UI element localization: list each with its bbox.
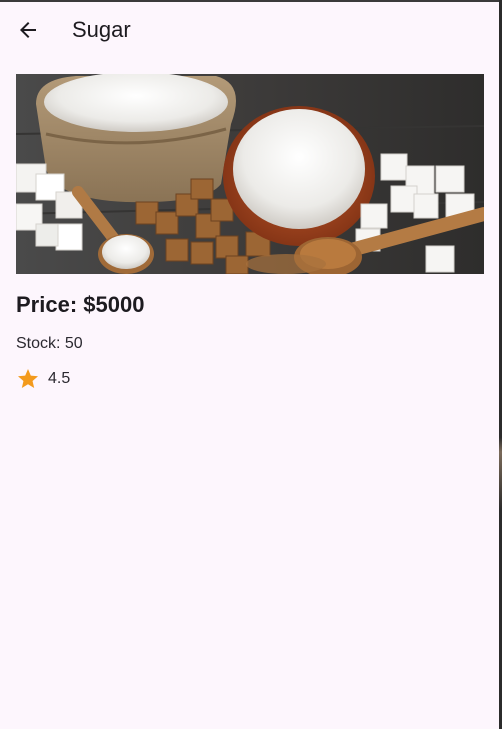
product-image	[16, 74, 484, 274]
app-bar: Sugar	[0, 2, 499, 58]
arrow-back-icon	[20, 22, 36, 38]
page-title: Sugar	[72, 17, 131, 42]
product-price: Price: $5000	[16, 292, 145, 317]
rating-value: 4.5	[48, 370, 71, 387]
back-button[interactable]	[8, 10, 48, 50]
sugar-product-photo	[16, 74, 484, 274]
star-icon	[18, 369, 38, 388]
product-stock: Stock: 50	[16, 335, 83, 352]
product-detail-screen: Sugar Price: $5000 Stock: 50 4.5	[0, 0, 502, 729]
product-rating: 4.5	[16, 366, 70, 392]
